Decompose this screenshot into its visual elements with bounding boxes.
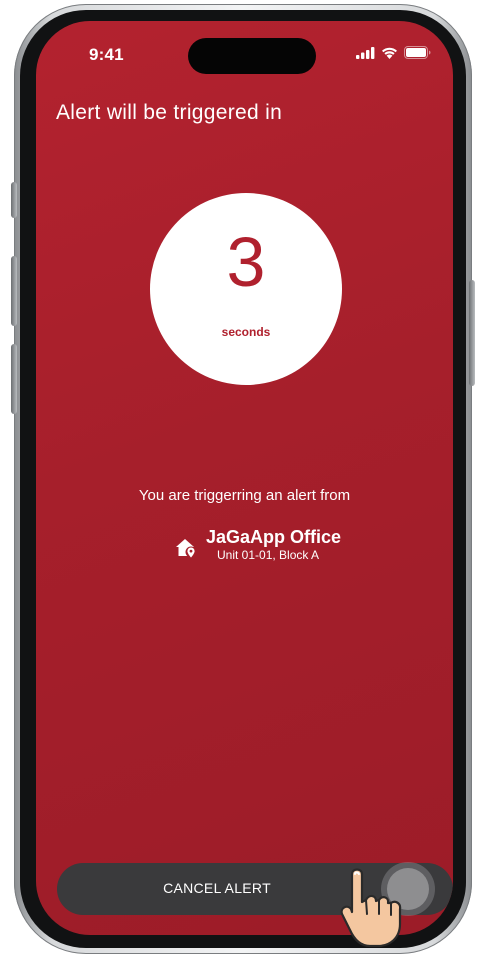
power-button xyxy=(469,280,475,386)
dynamic-island xyxy=(188,38,316,74)
status-time: 9:41 xyxy=(89,45,124,64)
location-info: JaGaApp Office Unit 01-01, Block A xyxy=(174,527,341,563)
wifi-icon xyxy=(382,47,397,59)
location-text: JaGaApp Office Unit 01-01, Block A xyxy=(206,527,341,563)
countdown-value: 3 xyxy=(226,223,266,301)
status-icons xyxy=(356,46,431,59)
battery-icon xyxy=(404,46,431,59)
location-name: JaGaApp Office xyxy=(206,527,342,547)
alert-title: Alert will be triggered in xyxy=(56,101,283,124)
hand-pointer-icon xyxy=(340,868,402,948)
cancel-alert-label: CANCEL ALERT xyxy=(163,880,271,896)
countdown-unit: seconds xyxy=(221,325,271,339)
trigger-source-text: You are triggerring an alert from xyxy=(138,487,351,504)
cellular-signal-icon xyxy=(356,46,375,59)
volume-down-button xyxy=(11,344,17,414)
location-address: Unit 01-01, Block A xyxy=(217,548,320,562)
alert-screen: 9:41 Alert will be triggered in 3 second… xyxy=(36,21,453,935)
action-button xyxy=(11,182,17,218)
home-location-icon xyxy=(176,539,197,558)
countdown-circle: 3 seconds xyxy=(150,193,342,385)
volume-up-button xyxy=(11,256,17,326)
status-bar: 9:41 xyxy=(36,21,453,81)
